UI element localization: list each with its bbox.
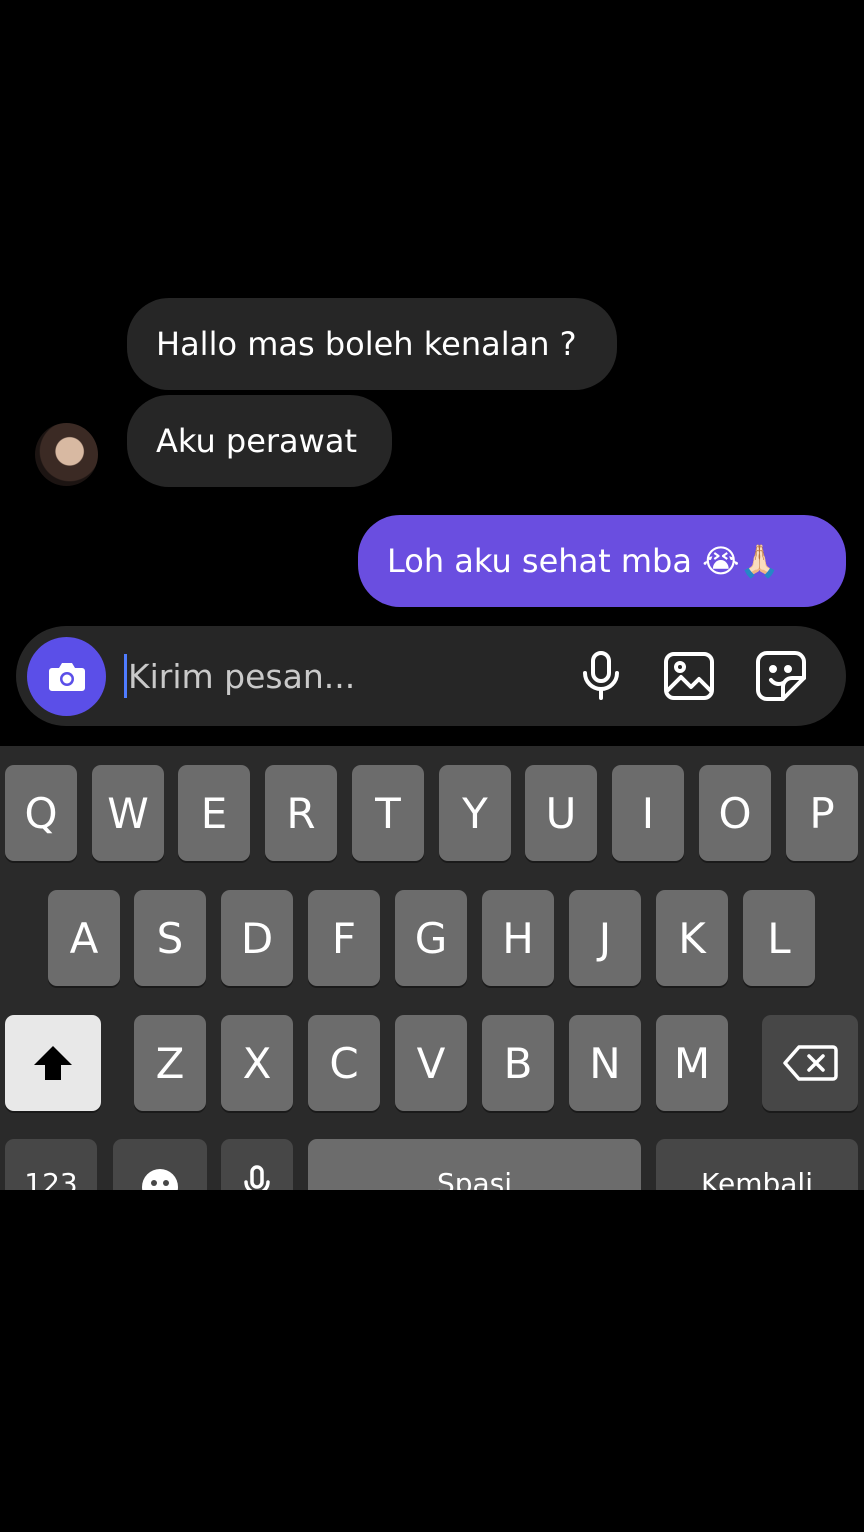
microphone-icon xyxy=(583,651,619,700)
space-key[interactable]: Spasi xyxy=(308,1139,641,1190)
message-bubble-incoming[interactable]: Aku perawat xyxy=(127,395,392,487)
microphone-icon xyxy=(244,1165,270,1190)
key-s[interactable]: S xyxy=(134,890,206,986)
key-w[interactable]: W xyxy=(92,765,164,861)
key-b[interactable]: B xyxy=(482,1015,554,1111)
shift-arrow-icon xyxy=(34,1046,72,1080)
microphone-button[interactable] xyxy=(573,648,629,704)
shift-key[interactable] xyxy=(5,1015,101,1111)
gallery-button[interactable] xyxy=(661,648,717,704)
camera-icon xyxy=(48,662,85,691)
key-a[interactable]: A xyxy=(48,890,120,986)
key-k[interactable]: K xyxy=(656,890,728,986)
key-q[interactable]: Q xyxy=(5,765,77,861)
key-v[interactable]: V xyxy=(395,1015,467,1111)
key-p[interactable]: P xyxy=(786,765,858,861)
key-e[interactable]: E xyxy=(178,765,250,861)
keyboard: Q W E R T Y U I O P A S D F G H J K L Z … xyxy=(0,746,864,1190)
message-text: Loh aku sehat mba 😭🙏🏻 xyxy=(387,542,780,580)
sticker-button[interactable] xyxy=(753,648,809,704)
return-key[interactable]: Kembali xyxy=(656,1139,858,1190)
key-y[interactable]: Y xyxy=(439,765,511,861)
message-text: Aku perawat xyxy=(156,422,357,460)
key-l[interactable]: L xyxy=(743,890,815,986)
emoji-icon xyxy=(142,1169,178,1190)
key-j[interactable]: J xyxy=(569,890,641,986)
key-i[interactable]: I xyxy=(612,765,684,861)
key-o[interactable]: O xyxy=(699,765,771,861)
text-cursor xyxy=(124,654,127,698)
backspace-icon xyxy=(783,1045,838,1081)
key-r[interactable]: R xyxy=(265,765,337,861)
key-t[interactable]: T xyxy=(352,765,424,861)
numbers-key[interactable]: 123 xyxy=(5,1139,97,1190)
sticker-icon xyxy=(756,651,806,701)
backspace-key[interactable] xyxy=(762,1015,858,1111)
key-z[interactable]: Z xyxy=(134,1015,206,1111)
emoji-key[interactable] xyxy=(113,1139,207,1190)
key-c[interactable]: C xyxy=(308,1015,380,1111)
key-u[interactable]: U xyxy=(525,765,597,861)
key-m[interactable]: M xyxy=(656,1015,728,1111)
key-h[interactable]: H xyxy=(482,890,554,986)
key-f[interactable]: F xyxy=(308,890,380,986)
message-input[interactable] xyxy=(128,650,548,702)
image-icon xyxy=(664,652,714,700)
message-bubble-outgoing[interactable]: Loh aku sehat mba 😭🙏🏻 xyxy=(358,515,846,607)
message-bubble-incoming[interactable]: Hallo mas boleh kenalan ? xyxy=(127,298,617,390)
key-n[interactable]: N xyxy=(569,1015,641,1111)
camera-button[interactable] xyxy=(27,637,106,716)
key-g[interactable]: G xyxy=(395,890,467,986)
message-text: Hallo mas boleh kenalan ? xyxy=(156,325,577,363)
dictation-key[interactable] xyxy=(221,1139,293,1190)
key-d[interactable]: D xyxy=(221,890,293,986)
avatar[interactable] xyxy=(35,423,98,486)
key-x[interactable]: X xyxy=(221,1015,293,1111)
